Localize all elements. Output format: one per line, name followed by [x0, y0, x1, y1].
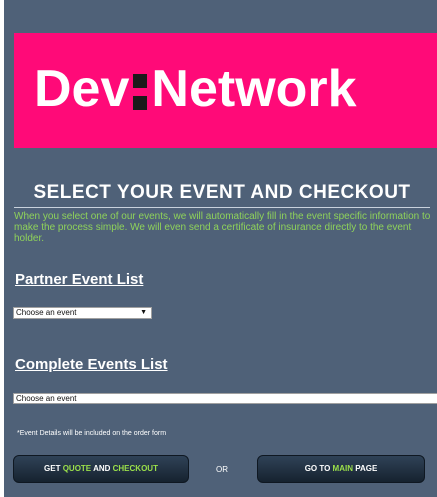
- logo-wordmark: Dev Network: [34, 63, 357, 115]
- main-btn-text-1: GO TO: [304, 464, 333, 473]
- or-separator: OR: [216, 465, 228, 474]
- go-to-main-page-button[interactable]: GO TO MAIN PAGE: [257, 455, 425, 483]
- quote-btn-text-1: GET: [44, 464, 63, 473]
- quote-btn-text-2: QUOTE: [62, 464, 92, 473]
- partner-event-list-title: Partner Event List: [15, 271, 144, 288]
- complete-event-select[interactable]: Choose an event: [13, 393, 437, 404]
- partner-event-select-value: Choose an event: [16, 308, 77, 317]
- get-quote-checkout-button[interactable]: GET QUOTE AND CHECKOUT: [13, 455, 189, 483]
- complete-event-select-value: Choose an event: [16, 394, 77, 403]
- intro-text: When you select one of our events, we wi…: [14, 211, 431, 244]
- logo-text-network: Network: [151, 60, 357, 118]
- logo-colon-icon: [133, 72, 148, 112]
- main-btn-text-2: MAIN: [332, 464, 353, 473]
- event-details-note: *Event Details will be included on the o…: [17, 430, 167, 437]
- chevron-down-icon: ▼: [140, 309, 147, 316]
- logo-text-dev: Dev: [34, 60, 130, 118]
- heading-divider: [14, 207, 430, 208]
- complete-events-list-title: Complete Events List: [15, 356, 168, 373]
- quote-btn-text-4: CHECKOUT: [112, 464, 158, 473]
- partner-event-select[interactable]: Choose an event ▼: [13, 307, 152, 319]
- page: Dev Network SELECT YOUR EVENT AND CHECKOU…: [0, 0, 437, 497]
- main-btn-text-3: PAGE: [353, 464, 378, 473]
- devnetwork-logo[interactable]: Dev Network: [14, 33, 437, 148]
- page-heading: SELECT YOUR EVENT AND CHECKOUT: [33, 182, 411, 203]
- quote-btn-text-3: AND: [91, 464, 113, 473]
